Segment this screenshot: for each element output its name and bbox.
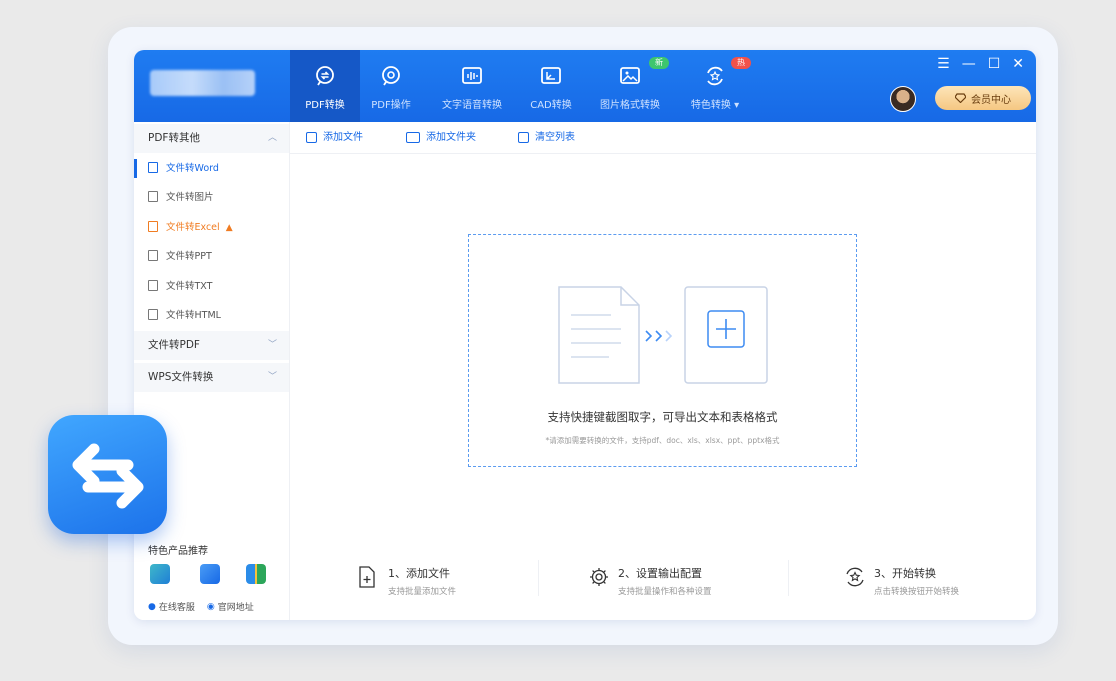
sidebar-item-txt[interactable]: 文件转TXT [134,272,289,301]
item-label: 文件转TXT [166,281,213,292]
sidebar-group-file-to-pdf[interactable]: 文件转PDF ﹀ [134,331,289,360]
add-folder-label: 添加文件夹 [426,132,476,143]
vip-center-button[interactable]: 会员中心 [935,86,1031,110]
group-label: WPS文件转换 [148,371,214,383]
tab-pdf-convert[interactable]: PDF转换 [290,50,360,122]
add-file-button[interactable]: 添加文件 [306,122,363,153]
maximize-icon[interactable]: ☐ [988,56,1001,76]
file-icon [148,162,158,173]
product-editor-icon[interactable] [150,564,170,584]
clear-list-label: 清空列表 [535,132,575,143]
cad-icon [541,67,561,84]
dropzone-hint-text: *请添加需要转换的文件，支持pdf、doc、xls、xlsx、ppt、pptx格… [545,436,780,445]
image-icon [620,67,640,84]
file-icon [148,221,158,232]
sidebar-item-html[interactable]: 文件转HTML [134,301,289,330]
star-convert-icon [846,567,864,587]
item-label: 文件转Excel [166,222,220,233]
add-file-icon [359,566,375,588]
product-zip-icon[interactable] [246,564,266,584]
user-icon: ● [148,601,156,612]
add-folder-icon [406,132,420,143]
globe-icon: ◉ [206,601,215,612]
star-convert-icon [707,66,723,86]
new-badge: 新 [649,57,669,69]
toolbar: 添加文件 添加文件夹 清空列表 [290,122,1036,154]
online-support-link[interactable]: ● 在线客服 [148,600,195,614]
image-file-icon [148,191,158,202]
tab-label: 特色转换 ▾ [690,100,740,111]
swap-arrows-icon [72,443,144,509]
sidebar-item-excel[interactable]: 文件转Excel ▲ [134,213,289,242]
tab-label: 文字语音转换 [442,100,502,111]
item-label: 文件转Word [166,163,219,174]
app-logo [134,50,290,122]
diamond-icon [955,93,966,103]
step-desc: 支持批量添加文件 [388,587,457,597]
close-icon[interactable]: ✕ [1012,56,1024,76]
pdf-operate-icon [382,66,400,86]
file-drop-zone[interactable]: 支持快捷键截图取字，可导出文本和表格格式 *请添加需要转换的文件，支持pdf、d… [468,234,857,467]
add-folder-button[interactable]: 添加文件夹 [406,122,476,153]
window-controls: ☰ — ☐ ✕ [937,56,1024,76]
clear-list-button[interactable]: 清空列表 [518,122,575,153]
product-ocr-icon[interactable] [200,564,220,584]
add-file-icon [306,132,317,143]
step-divider [788,560,789,596]
tab-label: PDF操作 [371,100,411,111]
minimize-icon[interactable]: — [962,56,976,76]
tab-label: CAD转换 [530,100,572,111]
tab-pdf-operate[interactable]: PDF操作 [356,50,426,122]
file-icon [148,250,158,261]
website-link[interactable]: ◉ 官网地址 [206,600,254,614]
support-label: 在线客服 [158,603,195,613]
app-window: PDF转换 PDF操作 文字语音转换 CAD转换 图片格式转换 新 特色转换 ▾… [134,50,1036,620]
tab-cad[interactable]: CAD转换 [516,50,586,122]
products-title: 特色产品推荐 [148,546,208,557]
clear-list-icon [518,132,529,143]
tab-label: PDF转换 [305,100,345,111]
chevron-down-icon: ﹀ [267,340,277,350]
convert-illustration [558,286,768,384]
header-bar: PDF转换 PDF操作 文字语音转换 CAD转换 图片格式转换 新 特色转换 ▾… [134,50,1036,122]
tab-label: 图片格式转换 [600,100,660,111]
chevron-up-icon: ︿ [267,133,277,143]
add-file-label: 添加文件 [323,132,363,143]
gear-icon [590,568,608,586]
app-convert-icon [48,415,167,534]
step-title: 3、开始转换 [874,567,936,580]
file-icon [148,280,158,291]
hot-badge: 热 [731,57,751,69]
item-label: 文件转PPT [166,251,212,262]
website-label: 官网地址 [217,603,254,613]
footer-links: ● 在线客服 ◉ 官网地址 [148,600,254,614]
chevron-down-icon: ﹀ [267,372,277,382]
item-label: 文件转图片 [166,192,214,203]
dropzone-main-text: 支持快捷键截图取字，可导出文本和表格格式 [547,410,778,424]
sidebar-group-wps[interactable]: WPS文件转换 ﹀ [134,363,289,392]
step-desc: 点击转换按钮开始转换 [874,587,960,597]
audio-wave-icon [462,67,482,84]
tab-text-speech[interactable]: 文字语音转换 [432,50,512,122]
sidebar-group-pdf-to-other[interactable]: PDF转其他 ︿ [134,124,289,153]
menu-icon[interactable]: ☰ [937,56,950,76]
step-title: 2、设置输出配置 [618,567,702,580]
sidebar: PDF转其他 ︿ 文件转Word 文件转图片 文件转Excel ▲ 文件转PPT… [134,122,290,620]
step-title: 1、添加文件 [388,567,450,580]
sidebar-item-word[interactable]: 文件转Word [134,154,289,183]
group-label: PDF转其他 [148,132,200,144]
sidebar-item-image[interactable]: 文件转图片 [134,183,289,212]
step-divider [538,560,539,596]
sidebar-item-ppt[interactable]: 文件转PPT [134,242,289,271]
item-label: 文件转HTML [166,310,221,321]
avatar[interactable] [890,86,916,112]
pdf-convert-icon [316,66,334,86]
vip-label: 会员中心 [971,94,1011,106]
file-icon [148,309,158,320]
step-desc: 支持批量操作和各种设置 [618,587,712,597]
fire-icon: ▲ [225,223,233,233]
group-label: 文件转PDF [148,339,200,351]
